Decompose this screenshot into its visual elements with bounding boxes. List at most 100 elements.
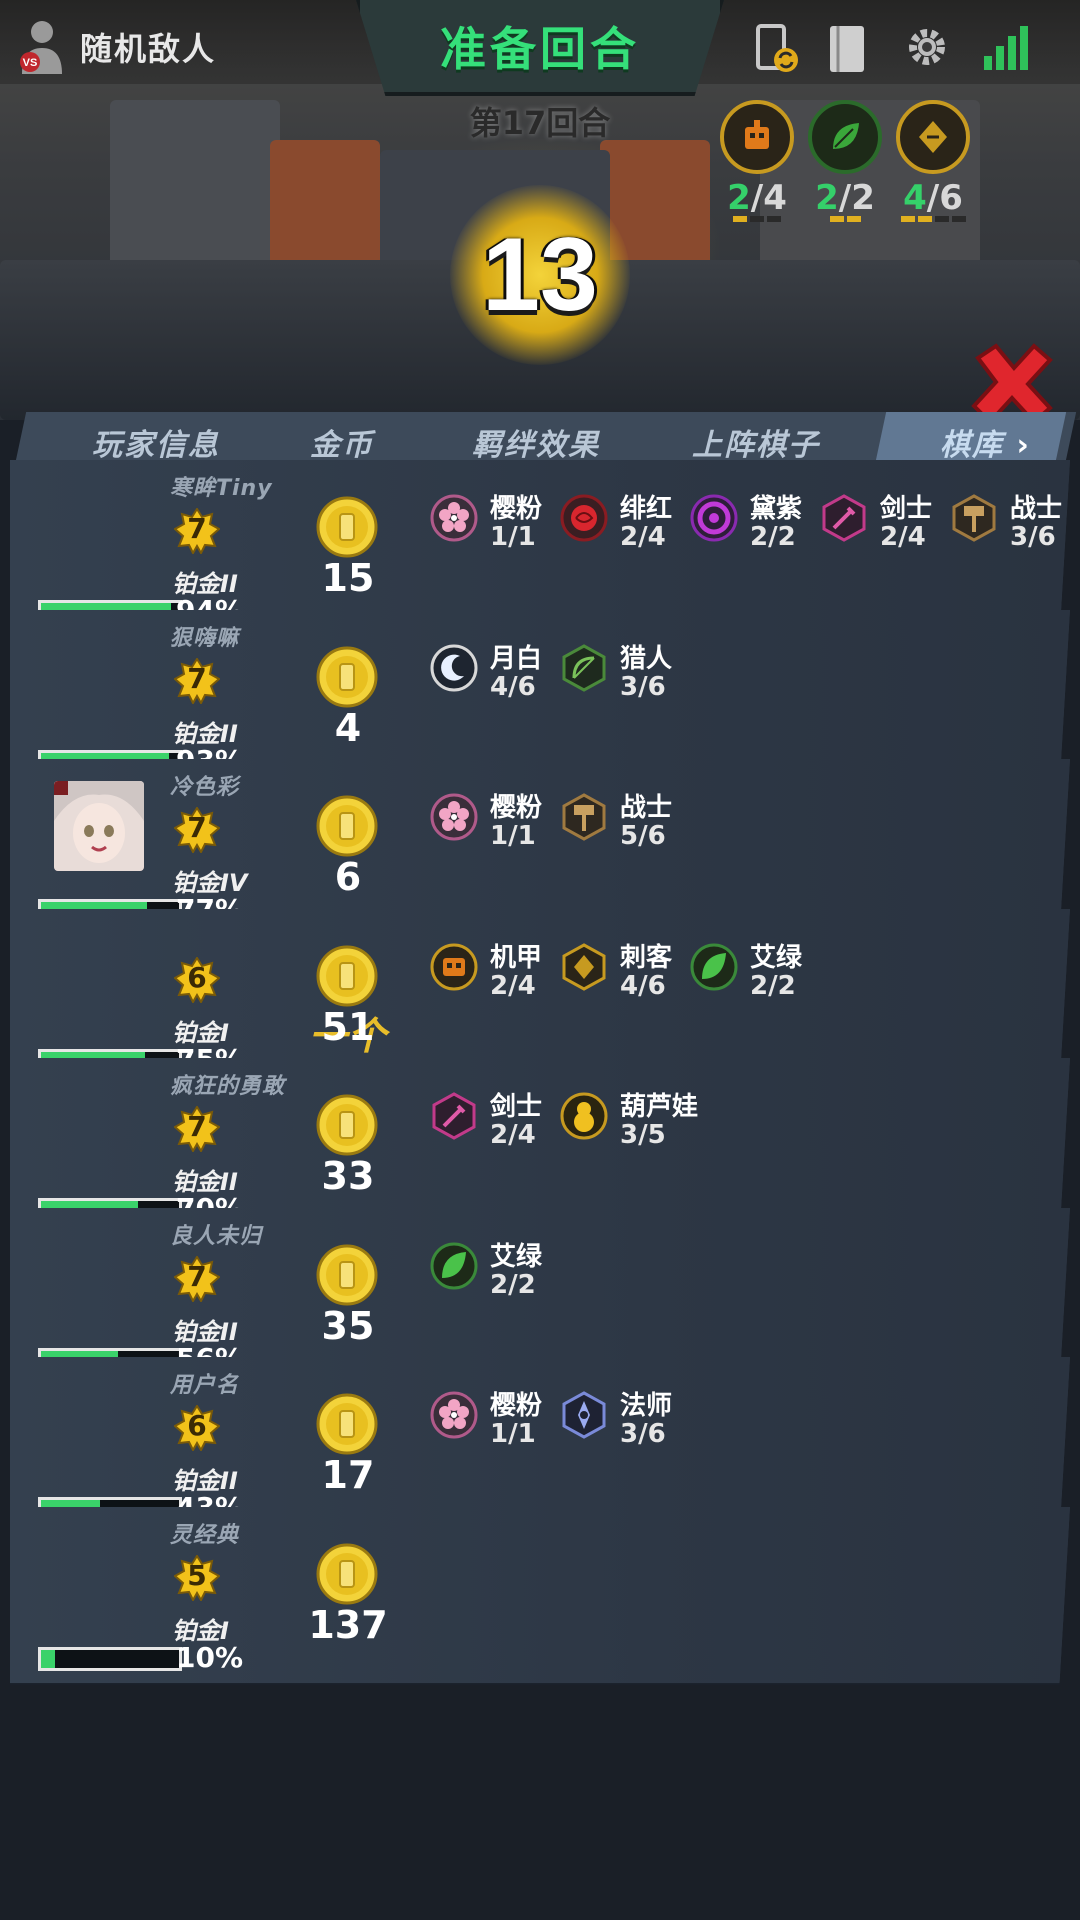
synergy-count: 3/6 xyxy=(620,671,666,702)
synergy-name: 法师 xyxy=(620,1391,673,1421)
synergy-progress-bars xyxy=(712,216,802,222)
synergy-count: 2/4 xyxy=(490,970,536,1001)
hp-bar xyxy=(38,1646,182,1671)
random-enemy-label[interactable]: 随机敌人 xyxy=(80,24,216,70)
synergy-item[interactable]: 剑士 2/4 xyxy=(430,1088,560,1158)
sword-icon xyxy=(822,494,866,542)
synergy-item[interactable]: 月白 4/6 xyxy=(430,640,560,710)
sakura-icon xyxy=(430,494,478,542)
tab-gold[interactable]: 金币 xyxy=(310,420,374,464)
synergy-name: 月白 xyxy=(490,643,543,674)
tab-synergy-effects[interactable]: 羁绊效果 xyxy=(472,420,600,464)
synergy-name: 剑士 xyxy=(490,1092,543,1122)
synergy-active-count: 4 xyxy=(903,178,927,218)
swirl-icon xyxy=(690,494,738,542)
gold-amount: 15 xyxy=(321,556,375,600)
synergy-summary-mech[interactable]: 2/4 xyxy=(712,100,802,222)
swap-device-icon[interactable] xyxy=(752,22,802,78)
card-deck-icon[interactable] xyxy=(826,22,870,78)
synergy-name: 樱粉 xyxy=(490,494,543,524)
player-level: 7 xyxy=(187,1259,207,1293)
synergy-count: 1/1 xyxy=(490,522,536,552)
sakura-icon xyxy=(430,793,478,841)
leaf-icon xyxy=(430,1242,478,1289)
phase-title: 准备回合 xyxy=(440,22,640,76)
hp-bar-fill xyxy=(41,1649,55,1668)
gold-amount: 33 xyxy=(321,1154,375,1198)
synergy-item[interactable]: 机甲 2/4 xyxy=(430,939,560,1009)
player-level: 6 xyxy=(187,1409,207,1442)
synergy-total-count: /4 xyxy=(750,178,787,218)
synergy-item[interactable]: 葫芦娃 3/5 xyxy=(560,1088,698,1158)
player-row[interactable]: 灵经典 5 铂金I 10% 137 xyxy=(10,1506,1070,1685)
synergy-item[interactable]: 樱粉 1/1 xyxy=(430,789,560,859)
gold-coin-icon xyxy=(316,1393,378,1455)
player-level: 7 xyxy=(187,1110,207,1143)
synergy-name: 樱粉 xyxy=(490,793,543,823)
gold-amount: 35 xyxy=(321,1303,375,1348)
synergy-count: 1/1 xyxy=(490,1419,536,1449)
level-badge: 5 xyxy=(173,1553,221,1602)
tab-deployed-pieces[interactable]: 上阵棋子 xyxy=(692,420,820,464)
synergy-summary-assassin[interactable]: 4/6 xyxy=(888,100,978,222)
sword-icon xyxy=(432,1092,476,1140)
gold-coin-icon xyxy=(316,646,378,707)
player-level: 5 xyxy=(187,1558,207,1592)
synergy-item[interactable]: 艾绿 2/2 xyxy=(430,1238,560,1308)
synergy-name: 葫芦娃 xyxy=(620,1092,699,1122)
gold-amount: 137 xyxy=(308,1602,388,1647)
synergy-name: 刺客 xyxy=(620,942,673,973)
settings-gear-icon[interactable] xyxy=(902,22,952,72)
synergy-item[interactable]: 战士 3/6 xyxy=(950,490,1070,560)
gold-coin-icon xyxy=(316,1094,378,1156)
sakura-icon xyxy=(430,1391,478,1439)
tab-piece-library[interactable]: 棋库 › xyxy=(940,420,1031,464)
gold-amount: 17 xyxy=(321,1453,375,1497)
synergy-item[interactable]: 猎人 3/6 xyxy=(560,640,690,710)
synergy-count: 3/6 xyxy=(1010,522,1056,552)
gold-coin-icon xyxy=(316,1244,378,1305)
synergy-item[interactable]: 艾绿 2/2 xyxy=(690,939,820,1009)
synergy-summary-leaf[interactable]: 2/2 xyxy=(800,100,890,222)
synergy-item[interactable]: 樱粉 1/1 xyxy=(430,1387,560,1457)
synergy-count: 2/4 xyxy=(880,522,926,552)
synergy-item[interactable]: 樱粉 1/1 xyxy=(430,490,560,560)
synergy-item[interactable]: 法师 3/6 xyxy=(560,1387,690,1457)
player-name: 良人未归 xyxy=(170,1223,263,1249)
player-avatar xyxy=(54,781,144,871)
player-level: 6 xyxy=(187,960,207,994)
synergy-name: 艾绿 xyxy=(750,942,803,973)
synergy-name: 艾绿 xyxy=(490,1241,543,1272)
gold-amount: 6 xyxy=(334,855,362,899)
svg-text:VS: VS xyxy=(23,57,38,69)
synergy-item[interactable]: 黛紫 2/2 xyxy=(690,490,820,560)
level-badge: 7 xyxy=(173,806,221,855)
hammer-icon xyxy=(562,793,606,841)
hp-percent: 10% xyxy=(176,1640,244,1674)
level-badge: 7 xyxy=(173,656,221,705)
hammer-icon xyxy=(952,494,996,542)
gold-amount: 4 xyxy=(334,705,362,750)
synergy-name: 战士 xyxy=(1010,494,1063,524)
countdown-timer: 13 xyxy=(450,185,630,365)
synergy-name: 战士 xyxy=(620,793,673,823)
synergy-item[interactable]: 绯红 2/4 xyxy=(560,490,690,560)
player-name: 灵经典 xyxy=(170,1522,240,1548)
tab-player-info[interactable]: 玩家信息 xyxy=(92,420,220,464)
synergy-count: 4/6 xyxy=(620,970,666,1001)
robot-icon xyxy=(430,943,478,990)
signal-strength-icon xyxy=(984,26,1028,70)
synergy-item[interactable]: 刺客 4/6 xyxy=(560,939,690,1009)
synergy-item[interactable]: 战士 5/6 xyxy=(560,789,690,859)
synergy-count: 2/4 xyxy=(490,1120,536,1150)
phase-banner: 准备回合 xyxy=(356,0,724,96)
synergy-name: 猎人 xyxy=(620,643,673,674)
player-level: 7 xyxy=(187,512,207,545)
synergy-item[interactable]: 剑士 2/4 xyxy=(820,490,950,560)
level-badge: 7 xyxy=(173,507,221,556)
synergy-name: 黛紫 xyxy=(750,494,803,524)
synergy-name: 机甲 xyxy=(490,942,543,973)
player-name: 用户名 xyxy=(170,1373,240,1398)
level-badge: 7 xyxy=(173,1105,221,1154)
gold-coin-icon xyxy=(316,945,378,1006)
